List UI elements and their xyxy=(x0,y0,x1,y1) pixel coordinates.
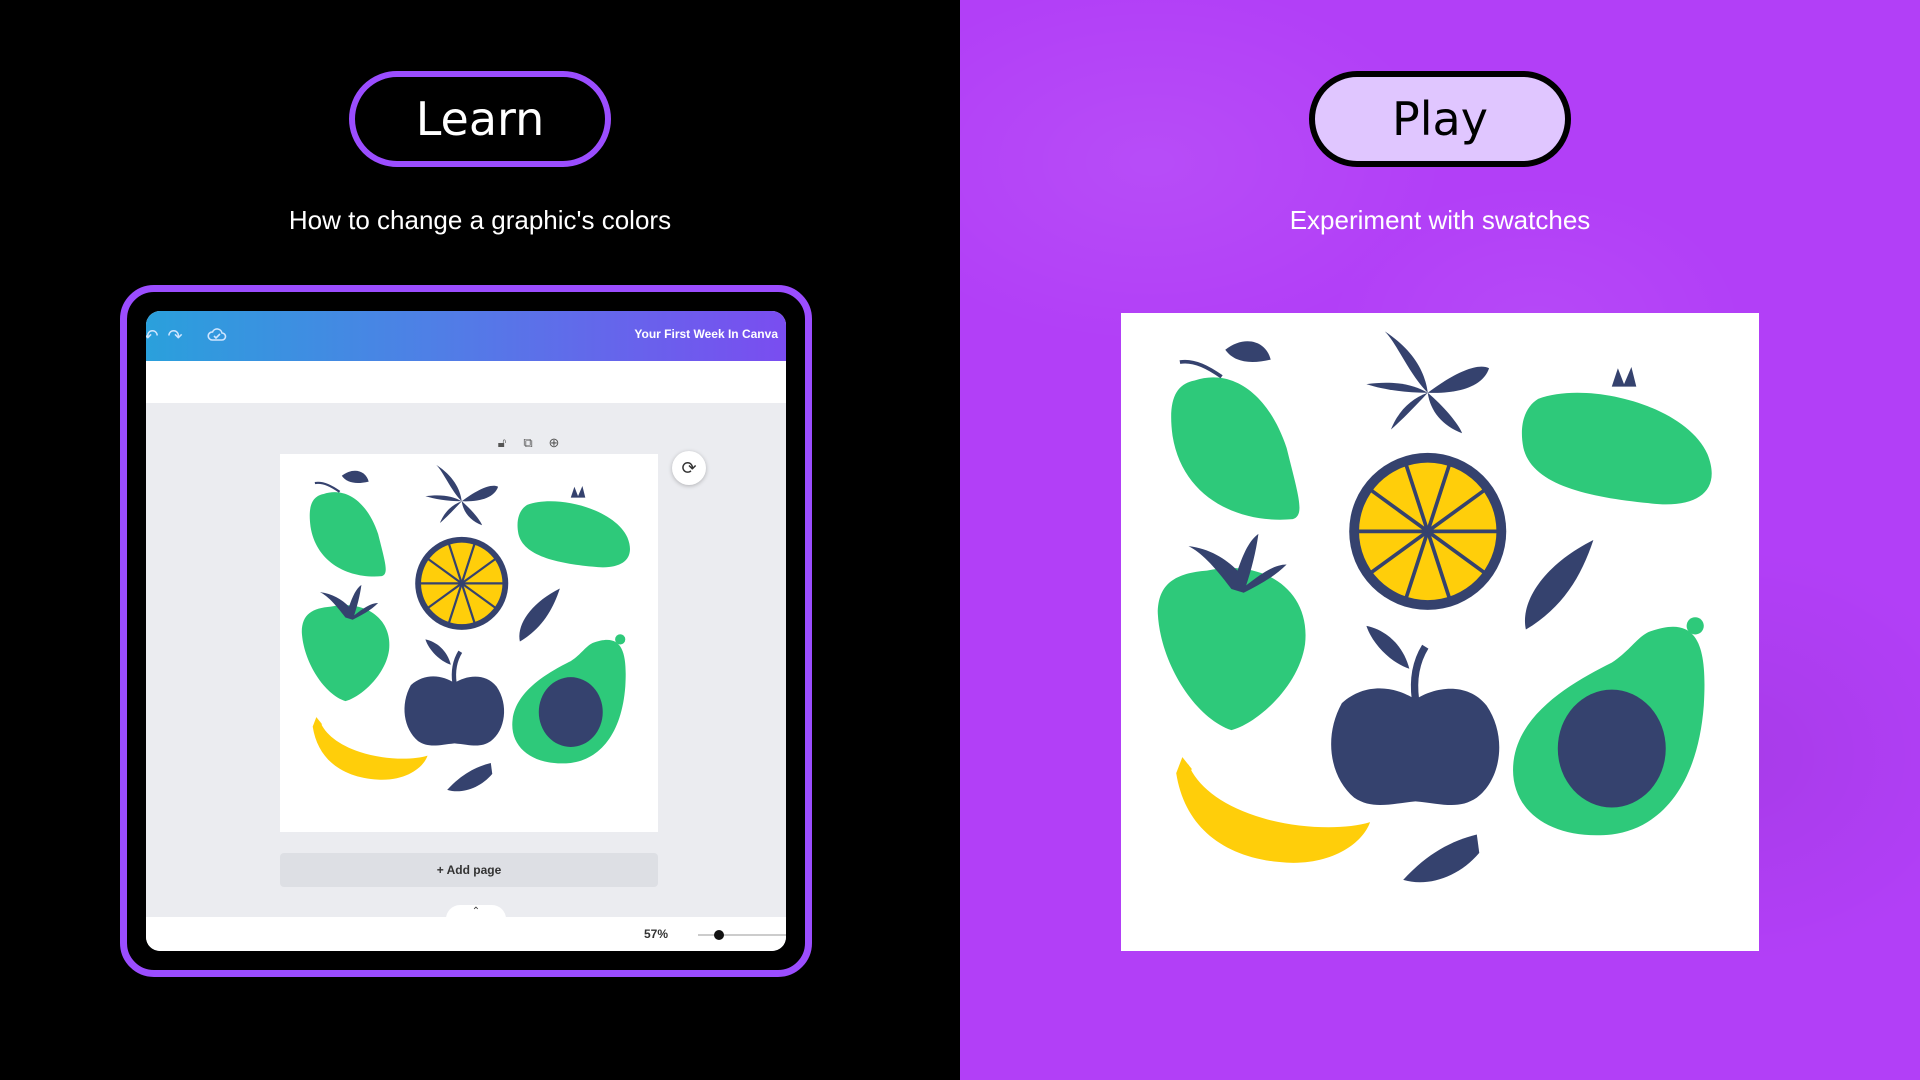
chevron-up-icon[interactable]: ⌃ xyxy=(446,905,506,919)
play-subtitle: Experiment with swatches xyxy=(1289,205,1591,235)
lime-shape xyxy=(1521,366,1712,505)
canva-editor-screen: ↶ ↷ Your First Week In Canva 🔓︎ ⧉ ⊕ ⟳ + … xyxy=(146,311,786,951)
strawberry-shape xyxy=(1157,533,1306,731)
leaf-small-shape xyxy=(519,588,560,642)
strawberry-shape xyxy=(301,584,390,702)
lime-shape xyxy=(517,485,630,568)
orange-slice-shape xyxy=(1349,452,1507,610)
editor-bottom-bar xyxy=(146,917,786,951)
mango-shape xyxy=(1171,341,1300,520)
flower-leaves-shape xyxy=(1366,331,1490,434)
fruit-artwork-graphic xyxy=(1157,331,1712,883)
editor-toolbar xyxy=(146,361,786,403)
zoom-slider-handle[interactable] xyxy=(714,930,724,940)
editor-topbar: ↶ ↷ Your First Week In Canva xyxy=(146,311,786,361)
play-button-label: Play xyxy=(1392,92,1488,146)
add-icon[interactable]: ⊕ xyxy=(544,433,564,453)
learn-button-label: Learn xyxy=(415,92,545,146)
redo-icon[interactable]: ↷ xyxy=(164,325,186,347)
fruit-artwork-thumbnail xyxy=(301,464,630,792)
apple-shape xyxy=(1331,625,1500,806)
rotate-icon[interactable]: ⟳ xyxy=(672,451,706,485)
orange-slice-shape xyxy=(415,536,509,630)
learn-button[interactable]: Learn xyxy=(349,71,611,167)
undo-icon[interactable]: ↶ xyxy=(146,325,162,347)
zoom-level[interactable]: 57% xyxy=(644,927,668,941)
fruit-artwork[interactable] xyxy=(1121,313,1759,951)
leaf-small-shape xyxy=(1524,539,1594,630)
lock-icon[interactable]: 🔓︎ xyxy=(492,433,512,453)
zoom-slider-track[interactable] xyxy=(698,934,786,936)
duplicate-icon[interactable]: ⧉ xyxy=(518,433,538,453)
avocado-shape xyxy=(1513,617,1705,836)
mango-shape xyxy=(309,470,386,577)
cloud-check-icon[interactable] xyxy=(206,325,228,347)
learn-subtitle: How to change a graphic's colors xyxy=(288,205,672,235)
flower-leaves-shape xyxy=(425,464,499,526)
leaf-bottom-shape xyxy=(447,762,493,792)
apple-shape xyxy=(404,639,505,746)
leaf-bottom-shape xyxy=(1403,834,1480,883)
play-button[interactable]: Play xyxy=(1309,71,1571,167)
document-title[interactable]: Your First Week In Canva xyxy=(634,327,778,341)
add-page-button[interactable]: + Add page xyxy=(280,853,658,887)
avocado-shape xyxy=(512,634,626,764)
tablet-frame: ↶ ↷ Your First Week In Canva 🔓︎ ⧉ ⊕ ⟳ + … xyxy=(120,285,812,977)
design-page[interactable] xyxy=(280,454,658,832)
